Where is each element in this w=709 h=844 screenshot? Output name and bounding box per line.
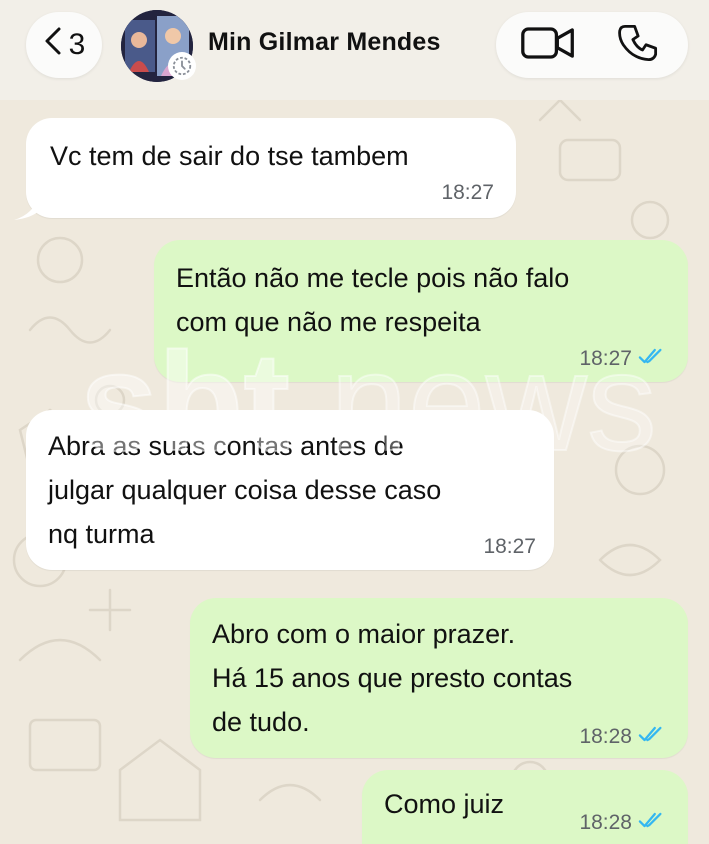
message-time: 18:27 [579,346,666,372]
message-text: Abra as suas contas antes de julgar qual… [48,431,442,549]
double-check-icon [638,810,666,836]
chat-header: 3 Min Gilmar Mendes [0,0,709,100]
chevron-left-icon [43,26,63,64]
message-text: Então não me tecle pois não falo com que… [176,263,570,337]
message-text: Vc tem de sair do tse tambem [50,141,409,171]
unread-count: 3 [68,28,86,61]
video-camera-icon [520,23,576,68]
double-check-icon [638,724,666,750]
message-time: 18:27 [483,535,536,558]
contact-name[interactable]: Min Gilmar Mendes [208,28,441,57]
video-call-button[interactable] [518,24,578,66]
message-bubble-outgoing[interactable]: Então não me tecle pois não falo com que… [154,240,688,382]
double-check-icon [638,346,666,372]
message-bubble-outgoing[interactable]: Como juiz 18:28 [362,770,688,844]
voice-call-button[interactable] [614,22,664,68]
message-bubble-outgoing[interactable]: Abro com o maior prazer. Há 15 anos que … [190,598,688,758]
message-bubble-incoming[interactable]: Abra as suas contas antes de julgar qual… [26,410,554,570]
bubble-tail [14,194,40,220]
message-text: Como juiz [384,789,505,819]
message-time: 18:28 [579,724,666,750]
message-time: 18:28 [579,810,666,836]
message-text: Abro com o maior prazer. Há 15 anos que … [212,619,573,737]
phone-icon [618,22,660,69]
back-button[interactable]: 3 [26,12,102,78]
status-ring-icon [168,52,196,80]
message-time: 18:27 [441,181,494,204]
message-bubble-incoming[interactable]: Vc tem de sair do tse tambem 18:27 [26,118,516,218]
